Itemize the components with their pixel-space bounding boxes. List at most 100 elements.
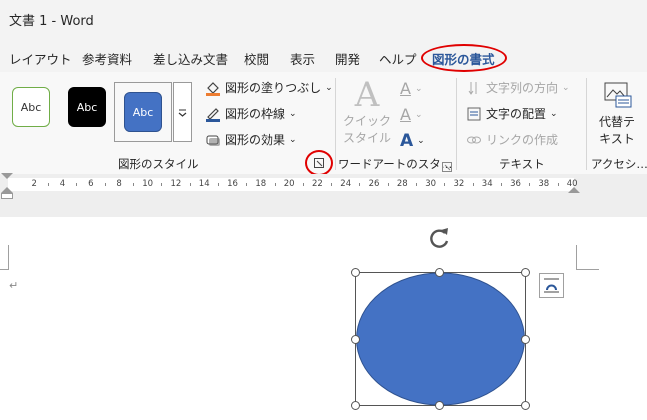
tab-layout[interactable]: レイアウト	[9, 49, 72, 68]
text-fill-button[interactable]: A ⌄	[400, 79, 423, 98]
shape-style-swatch-2[interactable]: Abc	[68, 87, 106, 127]
align-text-label: 文字の配置	[486, 107, 547, 121]
dialog-launcher-icon[interactable]	[305, 150, 333, 176]
ruler-tick-mark	[472, 183, 474, 186]
tab-developer[interactable]: 開発	[335, 49, 360, 68]
layout-options-button[interactable]	[539, 273, 564, 298]
ruler-tick-label: 18	[255, 179, 267, 189]
page-corner-mark-right	[576, 245, 599, 270]
chevron-down-icon: ⌄	[562, 82, 570, 93]
gallery-more-button[interactable]	[173, 82, 192, 142]
text-effects-button[interactable]: A ⌄	[400, 131, 425, 151]
alt-text-icon	[604, 82, 632, 108]
ruler-tick-label: 10	[142, 179, 154, 189]
ruler-tick-mark	[529, 183, 531, 186]
create-link-button[interactable]: リンクの作成	[466, 131, 558, 148]
ruler-tick-mark	[331, 183, 333, 186]
title-bar: 文書 1 - Word	[0, 0, 647, 40]
ribbon-tabs: レイアウト 参考資料 差し込み文書 校閲 表示 開発 ヘルプ 図形の書式	[0, 40, 647, 72]
ruler-tick-label: 20	[283, 179, 295, 189]
chevron-down-icon: ⌄	[289, 134, 297, 145]
shape-style-swatch-3[interactable]: Abc	[124, 92, 162, 132]
chevron-down-icon	[178, 109, 187, 117]
ruler-tick-mark	[161, 183, 163, 186]
tab-references[interactable]: 参考資料	[82, 49, 132, 68]
text-group-label: テキスト	[499, 157, 545, 171]
wordart-group-label: ワードアートのスタ…	[338, 157, 453, 171]
shape-fill-label: 図形の塗りつぶし	[225, 81, 322, 95]
resize-handle-left[interactable]	[351, 335, 360, 344]
ruler-tick-mark	[104, 183, 106, 186]
text-direction-button[interactable]: 文字列の方向 ⌄	[466, 79, 570, 96]
document-page[interactable]	[0, 217, 647, 420]
text-effects-icon: A	[400, 131, 414, 151]
ruler-tick-label: 38	[538, 179, 550, 189]
page-corner-mark-left	[0, 245, 9, 270]
resize-handle-right[interactable]	[521, 335, 530, 344]
window-title: 文書 1 - Word	[9, 14, 94, 29]
ruler-tick-mark	[416, 183, 418, 186]
ruler-tick-label: 24	[340, 179, 352, 189]
ruler-tick-mark	[217, 183, 219, 186]
ruler-tick-label: 22	[312, 179, 323, 189]
tab-mailings[interactable]: 差し込み文書	[153, 49, 228, 68]
group-separator	[335, 78, 336, 170]
shape-outline-button[interactable]: 図形の枠線 ⌄	[205, 105, 297, 122]
ruler-tick-label: 14	[198, 179, 210, 189]
chevron-down-icon: ⌄	[325, 82, 333, 93]
tab-highlight-ring	[421, 44, 507, 72]
ruler-tick-mark	[387, 183, 389, 186]
ruler-tick-mark	[557, 183, 559, 186]
ruler-tick-label: 30	[425, 179, 437, 189]
resize-handle-bottom-left[interactable]	[351, 401, 360, 410]
group-separator	[586, 78, 587, 170]
quick-styles-label-2: スタイル	[343, 131, 392, 145]
ruler-tick-mark	[274, 183, 276, 186]
accessibility-group-label: アクセシ…	[591, 157, 647, 171]
tab-help[interactable]: ヘルプ	[379, 49, 417, 68]
shape-style-swatch-1[interactable]: Abc	[12, 87, 50, 127]
ellipse-shape[interactable]	[355, 272, 526, 406]
alt-text-button[interactable]: 代替テ キスト	[592, 80, 642, 147]
shape-outline-label: 図形の枠線	[225, 107, 286, 121]
tab-review[interactable]: 校閲	[244, 49, 269, 68]
resize-handle-bottom-right[interactable]	[521, 401, 530, 410]
link-icon	[467, 136, 481, 143]
ruler-tick-mark	[76, 183, 78, 186]
shape-effects-label: 図形の効果	[225, 133, 286, 147]
align-text-button[interactable]: 文字の配置 ⌄	[466, 105, 558, 122]
shape-fill-button[interactable]: 図形の塗りつぶし ⌄	[205, 79, 333, 96]
text-direction-icon	[468, 81, 477, 95]
left-indent-marker[interactable]	[1, 193, 13, 199]
text-outline-icon: A	[400, 105, 411, 124]
resize-handle-top-right[interactable]	[521, 268, 530, 277]
layout-options-icon	[544, 278, 559, 293]
ruler-tick-label: 8	[116, 179, 122, 189]
wordart-a-brush-icon: A	[354, 75, 380, 115]
chevron-down-icon: ⌄	[414, 83, 423, 94]
text-direction-label: 文字列の方向	[486, 81, 559, 95]
text-fill-icon: A	[400, 79, 411, 98]
ruler-tick-label: 34	[481, 179, 493, 189]
quick-styles-label-1: クイック	[343, 114, 392, 128]
resize-handle-top[interactable]	[435, 268, 444, 277]
rotate-handle-icon[interactable]	[426, 225, 454, 253]
ruler-tick-label: 32	[453, 179, 465, 189]
text-outline-button[interactable]: A ⌄	[400, 105, 423, 124]
resize-handle-top-left[interactable]	[351, 268, 360, 277]
quick-styles-button[interactable]: A クイック スタイル	[343, 78, 391, 148]
alt-text-label-1: 代替テ	[598, 115, 635, 129]
ruler-tick-mark	[500, 183, 502, 186]
ruler-tick-label: 26	[368, 179, 380, 189]
ruler-tick-mark	[246, 183, 248, 186]
ruler-tick-label: 2	[31, 179, 37, 189]
group-separator	[456, 78, 457, 170]
first-line-indent-marker[interactable]	[1, 173, 13, 179]
ruler-tick-mark	[444, 183, 446, 186]
shape-effects-button[interactable]: 図形の効果 ⌄	[205, 131, 297, 148]
ruler-tick-mark	[133, 183, 135, 186]
tab-view[interactable]: 表示	[290, 49, 315, 68]
ruler-tick-mark	[48, 183, 50, 186]
resize-handle-bottom[interactable]	[435, 401, 444, 410]
chevron-down-icon: ⌄	[550, 108, 558, 119]
